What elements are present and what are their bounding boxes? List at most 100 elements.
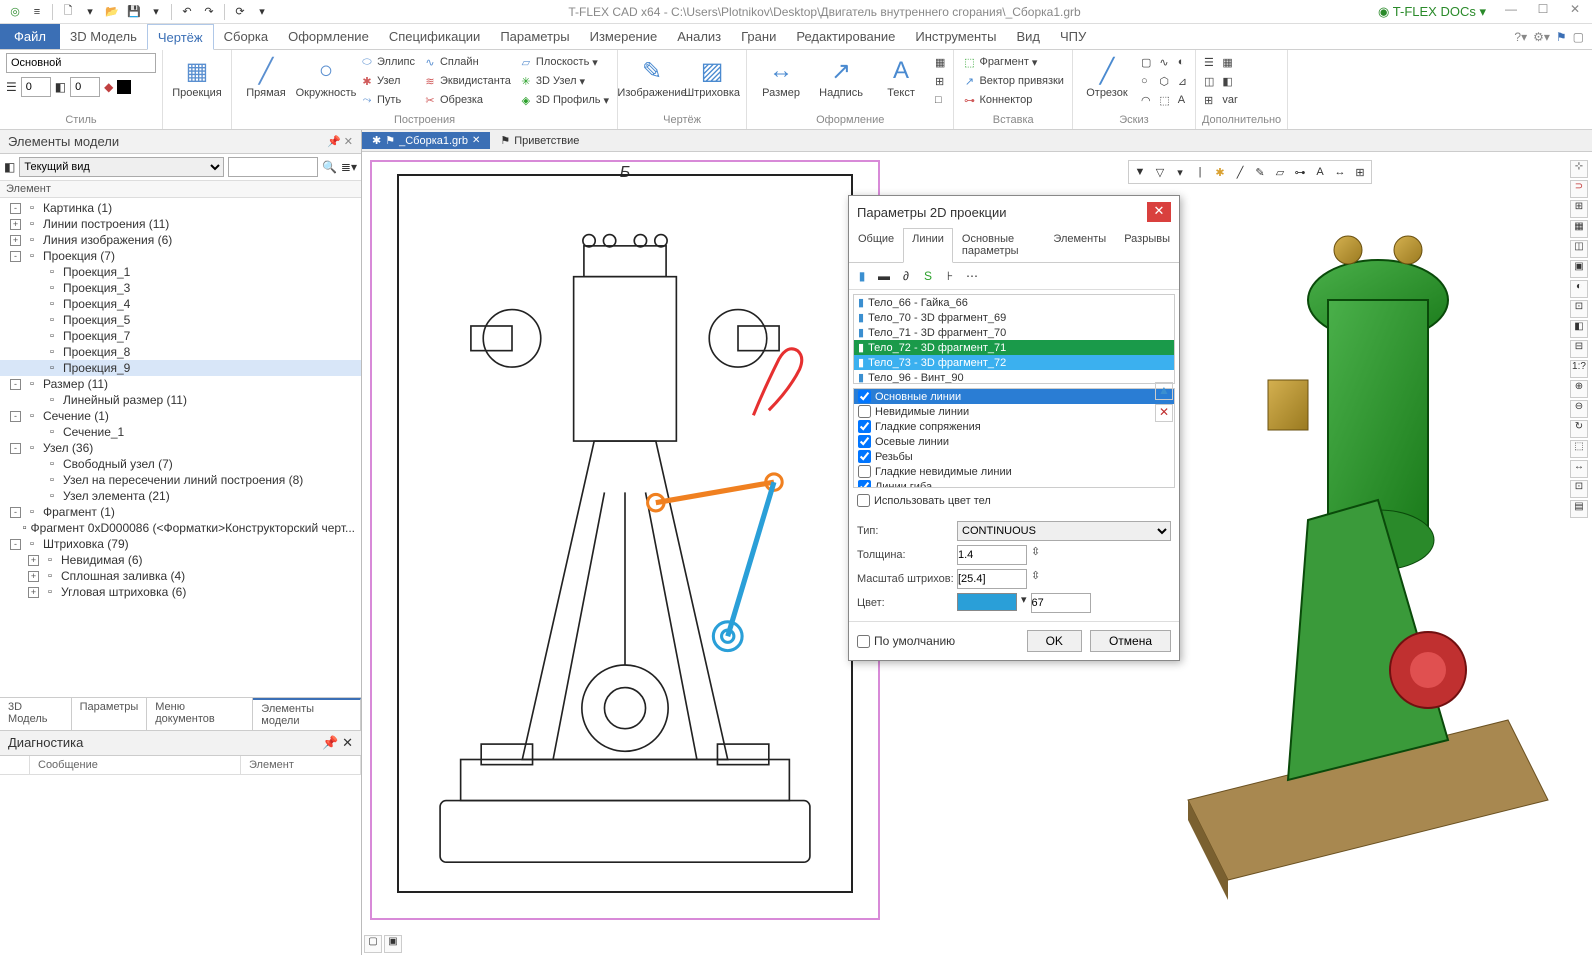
docs-button[interactable]: ◉ T-FLEX DOCs ▾ [1372, 2, 1492, 22]
save-dropdown-icon[interactable]: ▾ [147, 3, 165, 21]
offset-button[interactable]: ≋Эквидистанта [421, 72, 513, 90]
body-list-item[interactable]: ▮Тело_66 - Гайка_66 [854, 295, 1174, 310]
menu-tab-11[interactable]: Вид [1006, 24, 1050, 49]
list-remove-icon[interactable]: ✕ [1155, 404, 1173, 422]
sketch-ex7[interactable]: ◐ [1176, 53, 1189, 71]
use-body-color-check[interactable]: Использовать цвет тел [849, 488, 1179, 513]
color-dropdown-icon[interactable]: ▾ [1021, 593, 1027, 613]
extra-3[interactable]: ⊞ [1202, 91, 1216, 109]
maximize-icon[interactable]: ☐ [1530, 2, 1556, 22]
tree-expand-icon[interactable]: + [28, 587, 39, 598]
dlg-edge-icon[interactable]: ∂ [897, 267, 915, 285]
menu-tab-10[interactable]: Инструменты [905, 24, 1006, 49]
menu-tab-0[interactable]: 3D Модель [60, 24, 147, 49]
caption-button[interactable]: ↗Надпись [813, 53, 869, 101]
body-list-item[interactable]: ▮Тело_72 - 3D фрагмент_71 [854, 340, 1174, 355]
tree-row[interactable]: -▫Картинка (1) [0, 200, 361, 216]
node-button[interactable]: ✱Узел [358, 72, 417, 90]
ellipse-button[interactable]: ⬭Эллипс [358, 53, 417, 71]
vt-9-icon[interactable]: 1:? [1570, 360, 1588, 378]
vt-7-icon[interactable]: ◧ [1570, 320, 1588, 338]
profile3d-button[interactable]: ◈3D Профиль ▾ [517, 91, 611, 109]
image-button[interactable]: ✎Изображение [624, 53, 680, 101]
tree-row[interactable]: +▫Линии построения (11) [0, 216, 361, 232]
menu-tab-6[interactable]: Измерение [580, 24, 668, 49]
tree-expand-icon[interactable]: + [10, 219, 21, 230]
view-3d-icon[interactable]: ▣ [384, 935, 402, 953]
qat-menu-icon[interactable]: ≡ [28, 3, 46, 21]
tree-expand-icon[interactable]: - [10, 203, 21, 214]
view-combo[interactable]: Текущий вид [19, 157, 224, 177]
sketch-ex6[interactable]: ⬚ [1157, 91, 1171, 109]
path-button[interactable]: ⤳Путь [358, 91, 417, 109]
bodies-list[interactable]: ▮Тело_66 - Гайка_66▮Тело_70 - 3D фрагмен… [853, 294, 1175, 384]
view-2d-icon[interactable]: ▢ [364, 935, 382, 953]
dlg-axis-icon[interactable]: ⊦ [941, 267, 959, 285]
node3d-button[interactable]: ✳3D Узел ▾ [517, 72, 611, 90]
vt-2-icon[interactable]: ▦ [1570, 220, 1588, 238]
search-input[interactable] [228, 157, 318, 177]
dlg-body-icon[interactable]: ▮ [853, 267, 871, 285]
flag-icon[interactable]: ⚑ [1556, 30, 1567, 44]
extra-4[interactable]: ▦ [1220, 53, 1239, 71]
text-button[interactable]: AТекст [873, 53, 929, 101]
tree-row[interactable]: +▫Линия изображения (6) [0, 232, 361, 248]
line-type-check[interactable]: Невидимые линии [854, 404, 1174, 419]
save-icon[interactable]: 💾 [125, 3, 143, 21]
new-dropdown-icon[interactable]: ▾ [81, 3, 99, 21]
line-type-select[interactable]: CONTINUOUS [957, 521, 1171, 541]
refresh-dropdown-icon[interactable]: ▾ [253, 3, 271, 21]
settings-gear-icon[interactable]: ⚙▾ [1533, 30, 1550, 44]
list-options-icon[interactable]: ≣▾ [341, 160, 357, 174]
color-swatch-icon[interactable] [117, 80, 131, 94]
app-icon[interactable]: ◎ [6, 3, 24, 21]
tree-row[interactable]: -▫Сечение (1) [0, 408, 361, 424]
drawing-2d-view[interactable]: Б [370, 160, 880, 920]
menu-tab-2[interactable]: Сборка [214, 24, 279, 49]
diag-pin-icon[interactable]: 📌 [322, 735, 338, 750]
vt-3-icon[interactable]: ◫ [1570, 240, 1588, 258]
size-button[interactable]: ↔Размер [753, 53, 809, 101]
tree-expand-icon[interactable]: - [10, 411, 21, 422]
color-swatch[interactable] [957, 593, 1017, 611]
hatch-button[interactable]: ▨Штриховка [684, 53, 740, 101]
color-code-input[interactable] [1031, 593, 1091, 613]
tree-row[interactable]: ▫Проекция_1 [0, 264, 361, 280]
line-type-check[interactable]: Линии гиба [854, 479, 1174, 488]
tab-close-icon[interactable]: ✕ [472, 135, 480, 146]
tree-expand-icon[interactable]: - [10, 507, 21, 518]
tree-row[interactable]: -▫Узел (36) [0, 440, 361, 456]
pin-icon[interactable]: 📌 [327, 136, 341, 148]
search-icon[interactable]: 🔍 [322, 160, 337, 174]
left-tab-2[interactable]: Меню документов [147, 698, 253, 730]
circle-button[interactable]: ○Окружность [298, 53, 354, 101]
extra-1[interactable]: ☰ [1202, 53, 1216, 71]
menu-tab-5[interactable]: Параметры [490, 24, 579, 49]
diag-close-icon[interactable]: ✕ [342, 735, 353, 750]
line-types-list[interactable]: Основные линииНевидимые линииГладкие соп… [853, 388, 1175, 488]
tree-row[interactable]: ▫Свободный узел (7) [0, 456, 361, 472]
menu-tab-12[interactable]: ЧПУ [1050, 24, 1096, 49]
dlg-tab-1[interactable]: Линии [903, 228, 953, 263]
vt-8-icon[interactable]: ⊟ [1570, 340, 1588, 358]
fragment-button[interactable]: ⬚Фрагмент ▾ [960, 53, 1066, 71]
sketch-ex2[interactable]: ○ [1139, 72, 1153, 90]
vt-5-icon[interactable]: ◐ [1570, 280, 1588, 298]
plane-button[interactable]: ▱Плоскость ▾ [517, 53, 611, 71]
vt-6-icon[interactable]: ⊡ [1570, 300, 1588, 318]
dlg-tab-3[interactable]: Элементы [1044, 228, 1115, 262]
tree-row[interactable]: ▫Проекция_8 [0, 344, 361, 360]
vt-11-icon[interactable]: ⊖ [1570, 400, 1588, 418]
tree-expand-icon[interactable]: - [10, 251, 21, 262]
layer-priority-input[interactable] [70, 77, 100, 97]
extra-5[interactable]: ◧ [1220, 72, 1239, 90]
body-list-item[interactable]: ▮Тело_73 - 3D фрагмент_72 [854, 355, 1174, 370]
left-tab-0[interactable]: 3D Модель [0, 698, 72, 730]
thickness-spinner-icon[interactable]: ⇳ [1031, 545, 1040, 565]
sketch-ex3[interactable]: ◠ [1139, 91, 1153, 109]
vt-12-icon[interactable]: ↻ [1570, 420, 1588, 438]
menu-tab-1[interactable]: Чертёж [147, 24, 214, 50]
trim-button[interactable]: ✂Обрезка [421, 91, 513, 109]
panel-close-icon[interactable]: ✕ [344, 136, 353, 148]
extra-2[interactable]: ◫ [1202, 72, 1216, 90]
